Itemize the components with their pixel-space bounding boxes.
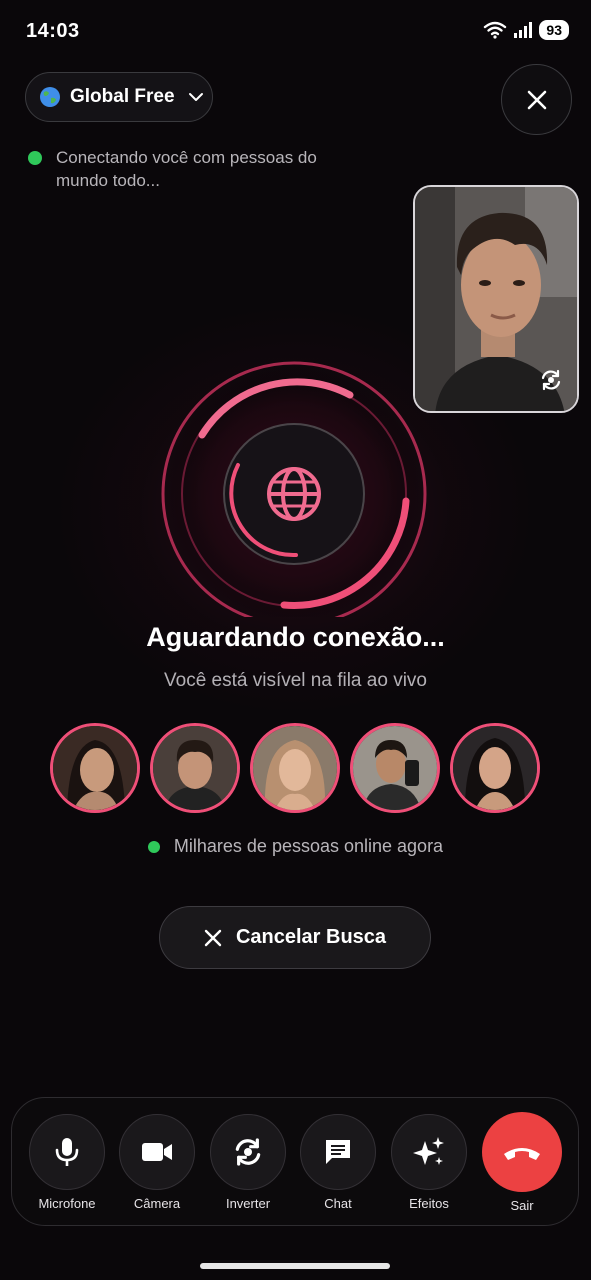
avatar bbox=[50, 723, 140, 813]
flip-camera-label: Inverter bbox=[225, 1196, 271, 1211]
end-call-button[interactable]: Sair bbox=[482, 1112, 562, 1213]
effects-button[interactable]: Efeitos bbox=[391, 1114, 467, 1211]
end-call-circle[interactable] bbox=[482, 1112, 562, 1192]
online-indicator: Milhares de pessoas online agora bbox=[0, 836, 591, 857]
waiting-title: Aguardando conexão... bbox=[146, 622, 445, 652]
microphone-label: Microfone bbox=[38, 1196, 96, 1211]
region-label: Global Free bbox=[70, 86, 175, 107]
close-icon bbox=[527, 90, 546, 109]
connecting-text: Conectando você com pessoas do mundo tod… bbox=[56, 148, 317, 190]
connecting-dot bbox=[28, 151, 42, 165]
close-button[interactable] bbox=[501, 64, 572, 135]
hang-up-icon bbox=[504, 1148, 540, 1160]
chat-icon bbox=[326, 1140, 350, 1164]
connecting-status: Conectando você com pessoas do mundo tod… bbox=[28, 146, 336, 192]
camera-button[interactable]: Câmera bbox=[119, 1114, 195, 1211]
home-indicator[interactable] bbox=[200, 1263, 390, 1269]
status-time: 14:03 bbox=[26, 20, 80, 42]
waiting-subtitle: Você está visível na fila ao vivo bbox=[164, 670, 427, 691]
camera-label: Câmera bbox=[133, 1196, 181, 1211]
cellular-signal-icon bbox=[514, 22, 533, 38]
close-icon bbox=[204, 929, 222, 946]
video-camera-icon bbox=[142, 1143, 172, 1161]
call-controls-bar: Microfone Câmera Inverter Chat Efeitos S… bbox=[11, 1097, 579, 1226]
online-dot bbox=[147, 840, 160, 853]
avatar bbox=[250, 723, 340, 813]
wifi-icon bbox=[484, 21, 507, 39]
camera-circle[interactable] bbox=[119, 1114, 195, 1190]
cancel-search-button[interactable]: Cancelar Busca bbox=[159, 906, 431, 969]
cancel-search-label: Cancelar Busca bbox=[235, 926, 387, 948]
flip-camera-button[interactable]: Inverter bbox=[210, 1114, 286, 1211]
end-call-label: Sair bbox=[510, 1198, 534, 1213]
flip-camera-icon bbox=[235, 1138, 261, 1166]
self-video-preview[interactable] bbox=[413, 185, 579, 413]
avatar bbox=[350, 723, 440, 813]
region-selector[interactable]: Global Free bbox=[25, 72, 213, 122]
avatar bbox=[450, 723, 540, 813]
status-icons: 93 bbox=[483, 20, 569, 40]
chat-circle[interactable] bbox=[300, 1114, 376, 1190]
search-radar bbox=[161, 361, 427, 617]
battery-indicator: 93 bbox=[539, 20, 569, 40]
globe-icon bbox=[40, 87, 60, 107]
chat-label: Chat bbox=[324, 1196, 352, 1211]
microphone-icon bbox=[55, 1138, 79, 1166]
sparkles-icon bbox=[413, 1137, 444, 1165]
effects-circle[interactable] bbox=[391, 1114, 467, 1190]
switch-camera-icon[interactable] bbox=[539, 368, 563, 397]
flip-camera-circle[interactable] bbox=[210, 1114, 286, 1190]
online-text: Milhares de pessoas online agora bbox=[173, 836, 444, 856]
effects-label: Efeitos bbox=[409, 1196, 449, 1211]
queue-avatars bbox=[50, 723, 540, 813]
chevron-down-icon bbox=[188, 93, 203, 101]
microphone-button[interactable]: Microfone bbox=[29, 1114, 105, 1211]
avatar bbox=[150, 723, 240, 813]
microphone-circle[interactable] bbox=[29, 1114, 105, 1190]
chat-button[interactable]: Chat bbox=[300, 1114, 376, 1211]
